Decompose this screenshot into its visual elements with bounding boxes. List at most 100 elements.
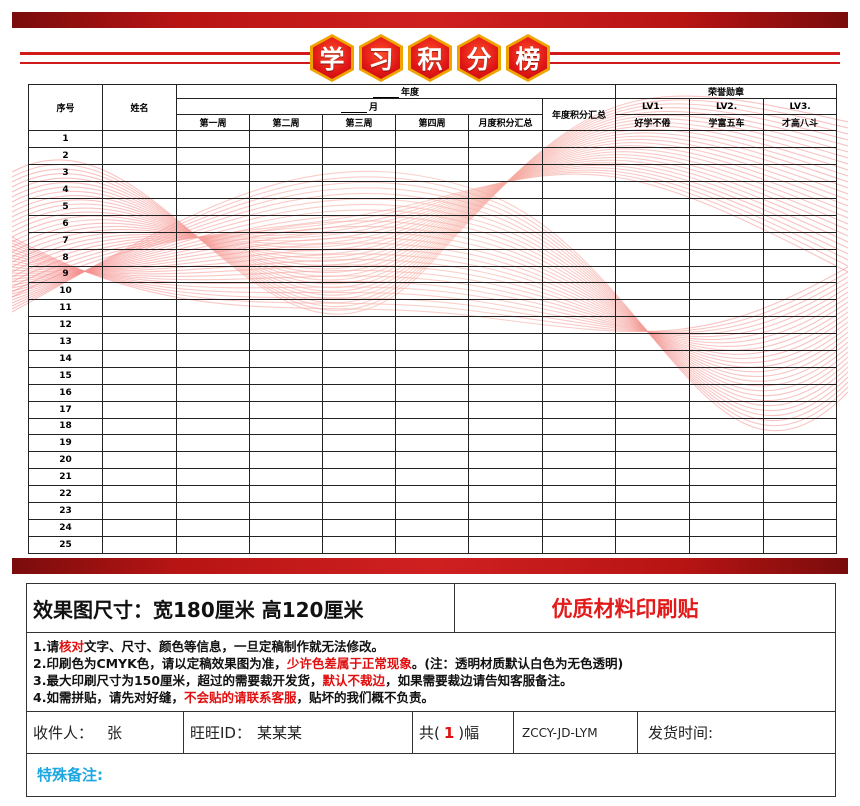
table-cell <box>615 197 691 216</box>
table-cell <box>615 248 691 267</box>
table-cell <box>763 316 838 335</box>
table-cell <box>395 468 469 487</box>
table-cell <box>689 231 765 250</box>
table-cell <box>468 248 543 267</box>
table-row: 3 <box>28 164 838 183</box>
table-cell <box>249 299 323 318</box>
table-cell <box>176 366 250 385</box>
table-cell <box>541 181 617 199</box>
table-row: 14 <box>28 349 838 368</box>
table-cell <box>541 265 617 284</box>
table-row: 17 <box>28 400 838 419</box>
row-index: 1 <box>28 130 103 149</box>
table-cell <box>541 451 617 470</box>
table-cell <box>468 316 543 335</box>
table-cell <box>763 518 838 537</box>
table-cell <box>322 248 396 267</box>
table-cell <box>322 299 396 318</box>
table-cell <box>763 197 838 216</box>
header-level-3-title: 才高八斗 <box>763 114 838 132</box>
table-cell <box>102 231 177 250</box>
table-cell <box>102 164 177 183</box>
table-cell <box>176 518 250 537</box>
note-4: 4.如需拼贴，请先对好缝，不会贴的请联系客服，贴坏的我们概不负责。 <box>33 690 434 705</box>
header-week-3: 第三周 <box>322 114 396 132</box>
poster-title: 学 习 积 分 榜 <box>12 32 848 88</box>
quantity-value: 1 <box>443 723 455 742</box>
table-cell <box>395 214 469 233</box>
table-cell <box>468 366 543 385</box>
score-board-poster: 学 习 积 分 榜 序号 姓名 年度 荣誉勋章 月 年度积分汇总 LV1. LV… <box>12 12 848 574</box>
wangwang-cell: 旺旺ID： 某某某 <box>184 712 413 753</box>
table-cell <box>249 147 323 166</box>
header-year-total: 年度积分汇总 <box>541 98 617 132</box>
table-cell <box>176 316 250 335</box>
table-cell <box>468 214 543 233</box>
table-cell <box>102 248 177 267</box>
note-2: 2.印刷色为CMYK色，请以定稿效果图为准，少许色差属于正常现象。(注：透明材质… <box>33 656 624 671</box>
table-cell <box>176 468 250 487</box>
table-cell <box>249 400 323 419</box>
table-row: 22 <box>28 485 838 503</box>
table-row: 12 <box>28 316 838 335</box>
table-cell <box>395 434 469 453</box>
table-cell <box>249 366 323 385</box>
table-cell <box>395 383 469 402</box>
header-index: 序号 <box>28 83 103 132</box>
table-cell <box>249 518 323 537</box>
row-index: 10 <box>28 282 103 301</box>
table-cell <box>615 417 691 436</box>
header-week-4: 第四周 <box>395 114 469 132</box>
table-cell <box>541 485 617 503</box>
table-row: 7 <box>28 231 838 250</box>
table-cell <box>615 383 691 402</box>
note-3: 3.最大印刷尺寸为150厘米，超过的需要裁开发货，默认不裁边，如果需要裁边请告知… <box>33 673 573 688</box>
row-index: 4 <box>28 181 103 199</box>
header-month: 月 <box>176 98 543 116</box>
table-cell <box>468 502 543 520</box>
table-cell <box>689 130 765 149</box>
table-cell <box>541 383 617 402</box>
recipient-cell: 收件人： 张 <box>27 712 184 753</box>
table-cell <box>763 214 838 233</box>
table-row: 21 <box>28 468 838 487</box>
table-cell <box>322 333 396 351</box>
header-month-total: 月度积分汇总 <box>468 114 543 132</box>
table-row: 20 <box>28 451 838 470</box>
table-cell <box>468 282 543 301</box>
recipient-value: 张 <box>107 724 123 742</box>
table-cell <box>468 130 543 149</box>
table-cell <box>322 181 396 199</box>
header-level-1: LV1. <box>615 98 691 116</box>
table-cell <box>176 451 250 470</box>
table-cell <box>395 417 469 436</box>
table-cell <box>763 468 838 487</box>
material-quality-text: 优质材料印刷贴 <box>551 597 699 621</box>
table-cell <box>102 214 177 233</box>
row-index: 7 <box>28 231 103 250</box>
table-cell <box>102 197 177 216</box>
row-index: 8 <box>28 248 103 267</box>
table-cell <box>615 485 691 503</box>
table-cell <box>615 333 691 351</box>
table-cell <box>689 214 765 233</box>
table-cell <box>249 468 323 487</box>
table-cell <box>176 485 250 503</box>
table-row: 15 <box>28 366 838 385</box>
table-cell <box>763 164 838 183</box>
header-level-2-title: 学富五车 <box>689 114 765 132</box>
table-cell <box>689 366 765 385</box>
table-cell <box>249 434 323 453</box>
table-cell <box>249 282 323 301</box>
table-cell <box>249 417 323 436</box>
table-cell <box>395 164 469 183</box>
table-cell <box>395 400 469 419</box>
table-cell <box>689 265 765 284</box>
table-cell <box>615 181 691 199</box>
row-index: 21 <box>28 468 103 487</box>
row-index: 23 <box>28 502 103 520</box>
table-cell <box>615 535 691 555</box>
table-cell <box>395 366 469 385</box>
table-cell <box>176 299 250 318</box>
table-cell <box>395 248 469 267</box>
